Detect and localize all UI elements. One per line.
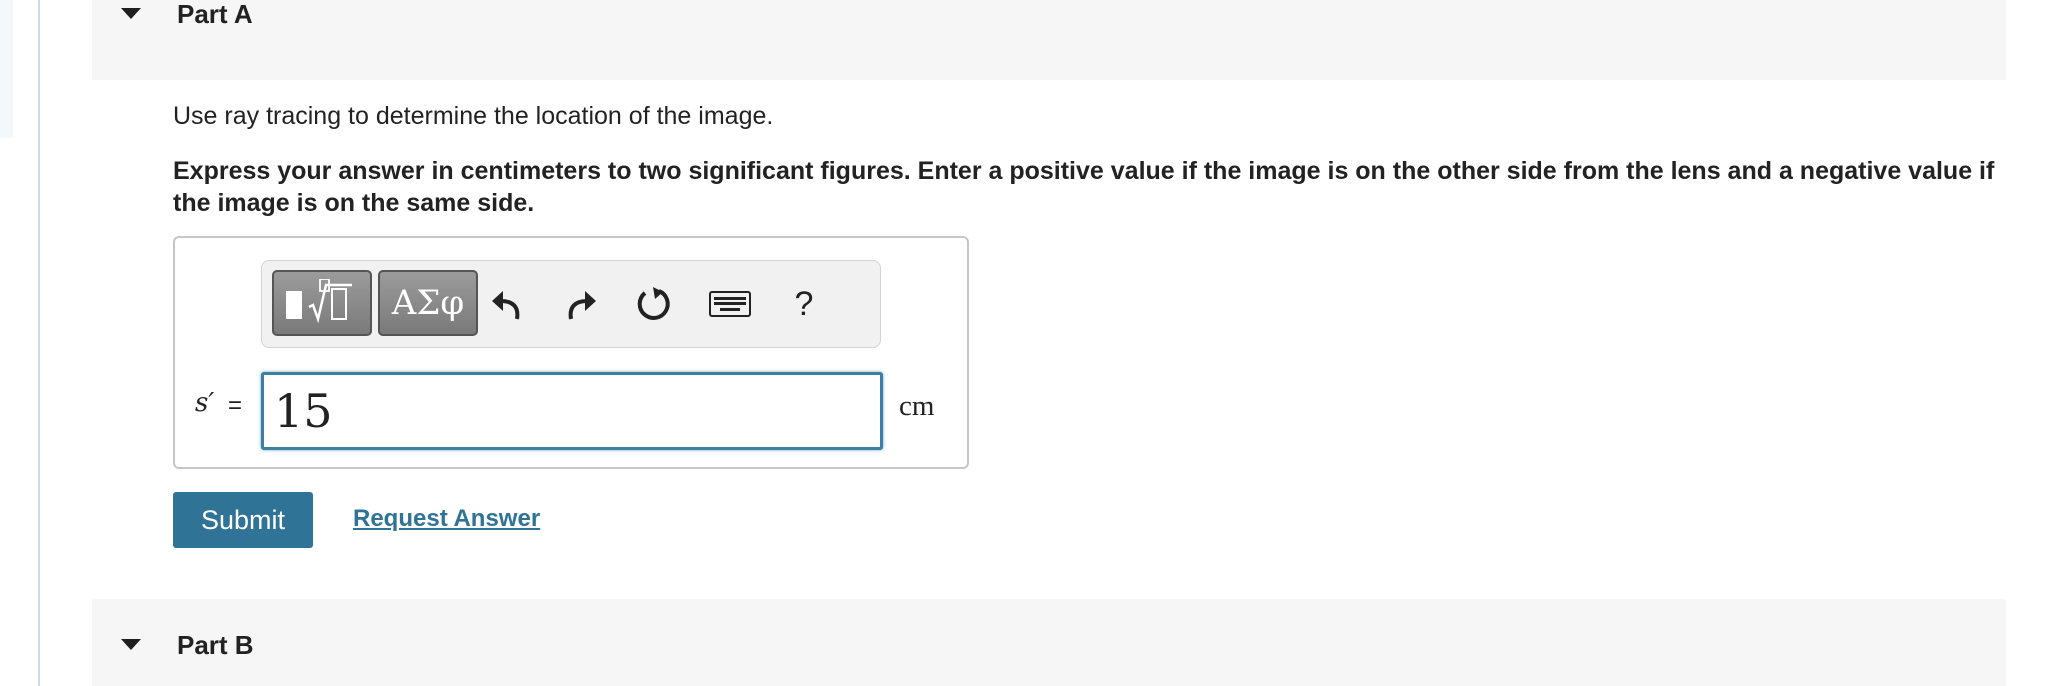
part-a-header[interactable]: Part A <box>92 0 2006 80</box>
caret-down-icon[interactable] <box>121 8 141 19</box>
greek-letters-icon: ΑΣφ <box>391 283 465 323</box>
submit-button[interactable]: Submit <box>173 492 313 548</box>
answer-input[interactable]: 15 <box>261 372 883 450</box>
question-instruction: Use ray tracing to determine the locatio… <box>173 102 774 130</box>
help-icon: ? <box>794 284 814 323</box>
answer-format-instruction: Express your answer in centimeters to tw… <box>173 157 1995 217</box>
undo-button[interactable] <box>484 279 528 329</box>
part-a-title: Part A <box>177 0 253 29</box>
undo-icon <box>492 291 520 320</box>
answer-value: 15 <box>274 384 333 438</box>
equals-sign: = <box>228 392 243 419</box>
part-b-header[interactable]: Part B <box>92 599 2006 686</box>
math-toolbar: ΑΣφ ? <box>261 260 881 348</box>
request-answer-link[interactable]: Request Answer <box>353 505 540 533</box>
answer-container: ΑΣφ ? s′ = 15 cm <box>173 236 969 469</box>
unit-label: cm <box>899 390 935 422</box>
part-b-title: Part B <box>177 630 254 660</box>
greek-letters-button[interactable]: ΑΣφ <box>378 270 478 336</box>
caret-down-icon[interactable] <box>121 639 141 650</box>
templates-icon <box>286 279 352 324</box>
reset-icon <box>637 287 670 320</box>
reset-button[interactable] <box>632 279 676 329</box>
keyboard-icon <box>709 291 751 317</box>
redo-button[interactable] <box>560 279 604 329</box>
help-button[interactable]: ? <box>782 279 826 329</box>
left-divider <box>38 0 40 686</box>
redo-icon <box>568 291 596 320</box>
side-panel-edge <box>0 0 13 138</box>
templates-button[interactable] <box>272 270 372 336</box>
keyboard-button[interactable] <box>708 279 752 329</box>
variable-label: s′ <box>195 388 215 418</box>
